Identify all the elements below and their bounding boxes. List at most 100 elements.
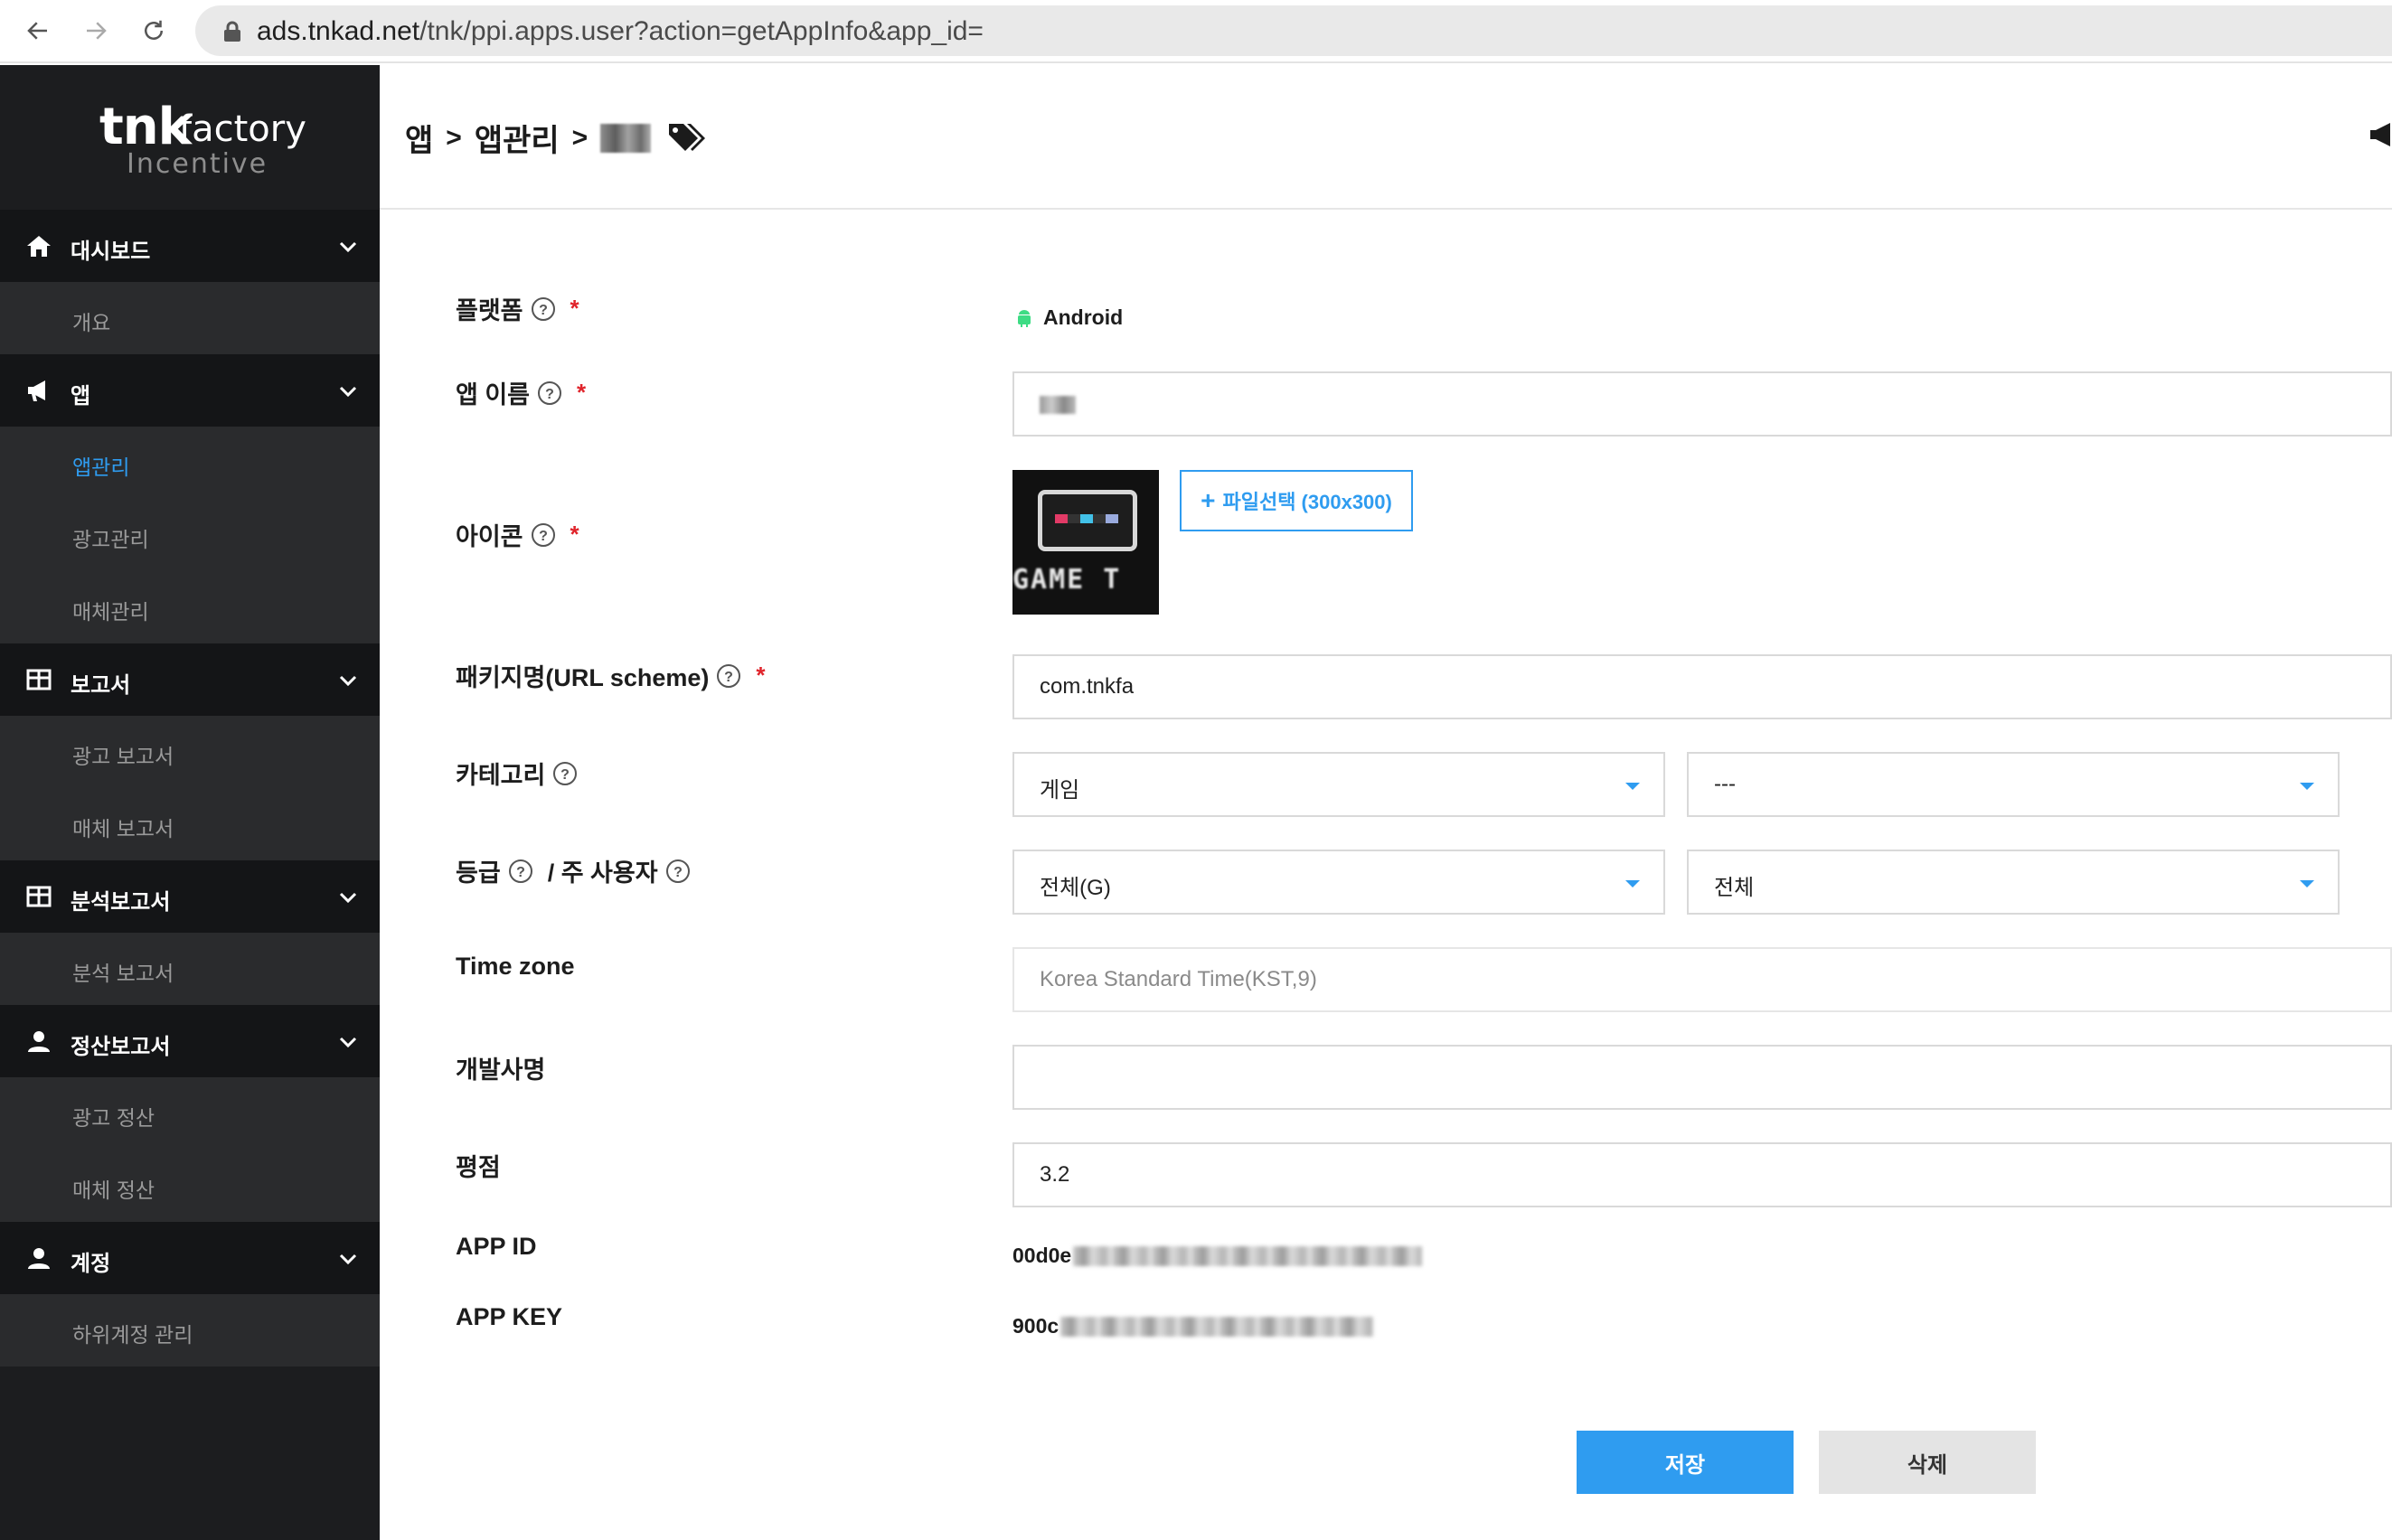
app-id-redacted <box>1073 1245 1423 1266</box>
chevron-down-icon <box>339 386 357 398</box>
chevron-down-icon <box>339 1037 357 1048</box>
rating-input[interactable]: 3.2 <box>1012 1142 2392 1207</box>
sidebar-item-app-management[interactable]: 앱관리 <box>0 427 380 499</box>
forward-button[interactable] <box>78 13 114 49</box>
sidebar-item-media-management[interactable]: 매체관리 <box>0 571 380 643</box>
sidebar-group-report[interactable]: 보고서 <box>0 643 380 716</box>
sidebar-group-label: 앱 <box>71 384 91 408</box>
file-select-button[interactable]: + 파일선택 (300x300) <box>1180 470 1413 531</box>
sidebar-group-label: 정산보고서 <box>71 1035 171 1059</box>
help-icon[interactable]: ? <box>531 296 556 322</box>
android-icon <box>1018 309 1031 327</box>
save-button[interactable]: 저장 <box>1577 1431 1794 1494</box>
sidebar-group-account[interactable]: 계정 <box>0 1222 380 1294</box>
app-name-label: 앱 이름 ? * <box>456 375 586 410</box>
category-secondary-select[interactable]: --- <box>1687 752 2340 817</box>
reload-button[interactable] <box>136 13 172 49</box>
sidebar-item-label: 하위계정 관리 <box>72 1323 193 1347</box>
sidebar-item-ad-management[interactable]: 광고관리 <box>0 499 380 571</box>
megaphone-icon <box>28 380 45 401</box>
platform-value-text: Android <box>1043 305 1124 329</box>
svg-text:?: ? <box>539 529 548 544</box>
caret-down-icon <box>2300 880 2314 887</box>
timezone-label-text: Time zone <box>456 953 575 980</box>
developer-label: 개발사명 <box>456 1050 545 1085</box>
main-user-select[interactable]: 전체 <box>1687 850 2340 915</box>
rating-label-text: 평점 <box>456 1154 501 1181</box>
app-name-input[interactable] <box>1012 371 2392 437</box>
plus-icon: + <box>1201 486 1216 514</box>
app-key-label-text: APP KEY <box>456 1303 563 1330</box>
caret-down-icon <box>1625 880 1640 887</box>
app-id-label: APP ID <box>456 1233 537 1261</box>
sidebar-group-app[interactable]: 앱 <box>0 354 380 427</box>
breadcrumb-item-app[interactable]: 앱 <box>405 116 433 160</box>
sidebar-item-ad-report[interactable]: 광고 보고서 <box>0 716 380 788</box>
lock-icon <box>224 21 240 42</box>
sidebar-item-media-settlement[interactable]: 매체 정산 <box>0 1150 380 1222</box>
sidebar-item-label: 앱관리 <box>72 455 130 479</box>
sidebar-item-subaccount[interactable]: 하위계정 관리 <box>0 1294 380 1366</box>
svg-text:?: ? <box>545 387 554 402</box>
developer-input[interactable] <box>1012 1045 2392 1110</box>
sidebar-group-label: 보고서 <box>71 673 131 698</box>
help-icon[interactable]: ? <box>665 859 691 884</box>
app-icon-preview: GAME T <box>1012 470 1159 615</box>
breadcrumb: 앱 > 앱관리 > <box>405 116 707 160</box>
sidebar-item-analysis-report[interactable]: 분석 보고서 <box>0 933 380 1005</box>
developer-label-text: 개발사명 <box>456 1056 546 1084</box>
sidebar-item-ad-settlement[interactable]: 광고 정산 <box>0 1077 380 1150</box>
help-icon[interactable]: ? <box>508 859 533 884</box>
sidebar-group-settlement[interactable]: 정산보고서 <box>0 1005 380 1077</box>
file-select-label: 파일선택 (300x300) <box>1222 491 1392 513</box>
sidebar-item-media-report[interactable]: 매체 보고서 <box>0 788 380 860</box>
svg-text:?: ? <box>560 767 570 783</box>
help-icon[interactable]: ? <box>716 663 741 689</box>
url-path: /tnk/ppi.apps.user?action=getAppInfo&app… <box>419 16 984 46</box>
sidebar-item-label: 광고 보고서 <box>72 745 174 768</box>
sidebar-item-overview[interactable]: 개요 <box>0 282 380 354</box>
platform-label: 플랫폼 ? * <box>456 291 579 326</box>
help-icon[interactable]: ? <box>552 761 578 786</box>
delete-button[interactable]: 삭제 <box>1819 1431 2036 1494</box>
category-label: 카테고리 ? <box>456 756 578 791</box>
sidebar-item-label: 분석 보고서 <box>72 962 174 985</box>
app-key-label: APP KEY <box>456 1303 562 1331</box>
sidebar-group-label: 계정 <box>71 1252 111 1276</box>
sidebar-item-label: 개요 <box>72 311 111 334</box>
url-text: ads.tnkad.net/tnk/ppi.apps.user?action=g… <box>257 16 984 47</box>
sidebar-group-dashboard[interactable]: 대시보드 <box>0 210 380 282</box>
category-label-text: 카테고리 <box>456 762 546 789</box>
grade-label-text: 등급 <box>456 859 501 887</box>
package-label-text: 패키지명(URL scheme) <box>456 664 710 691</box>
package-input[interactable]: com.tnkfa <box>1012 654 2392 719</box>
required-mark: * <box>570 295 579 322</box>
category-primary-select[interactable]: 게임 <box>1012 752 1665 817</box>
grade-select[interactable]: 전체(G) <box>1012 850 1665 915</box>
sidebar-group-label: 대시보드 <box>71 239 151 264</box>
help-icon[interactable]: ? <box>531 522 556 548</box>
app-name-label-text: 앱 이름 <box>456 381 531 408</box>
logo[interactable]: tnk factory Incentive <box>0 65 380 210</box>
table-icon <box>26 669 52 690</box>
timezone-field: Korea Standard Time(KST,9) <box>1012 947 2392 1012</box>
address-bar[interactable]: ads.tnkad.net/tnk/ppi.apps.user?action=g… <box>195 5 2392 56</box>
back-button[interactable] <box>20 13 56 49</box>
chevron-down-icon <box>339 675 357 687</box>
sidebar-group-analysis[interactable]: 분석보고서 <box>0 860 380 933</box>
table-icon <box>26 886 52 907</box>
svg-text:?: ? <box>516 865 525 880</box>
sidebar-item-label: 매체 보고서 <box>72 817 174 840</box>
logo-factory: factory <box>179 108 306 150</box>
icon-label: 아이콘 ? * <box>456 517 579 552</box>
arrow-left-icon <box>27 22 47 40</box>
page-header: 앱 > 앱관리 > <box>380 65 2392 210</box>
breadcrumb-item-app-management[interactable]: 앱관리 <box>475 116 560 160</box>
svg-text:?: ? <box>673 865 683 880</box>
help-icon[interactable]: ? <box>537 380 562 406</box>
app-id-label-text: APP ID <box>456 1233 537 1260</box>
megaphone-icon[interactable] <box>2368 121 2392 148</box>
app-key-redacted <box>1060 1316 1374 1337</box>
category-secondary-value: --- <box>1714 772 1736 796</box>
sidebar-item-label: 광고 정산 <box>72 1106 155 1130</box>
